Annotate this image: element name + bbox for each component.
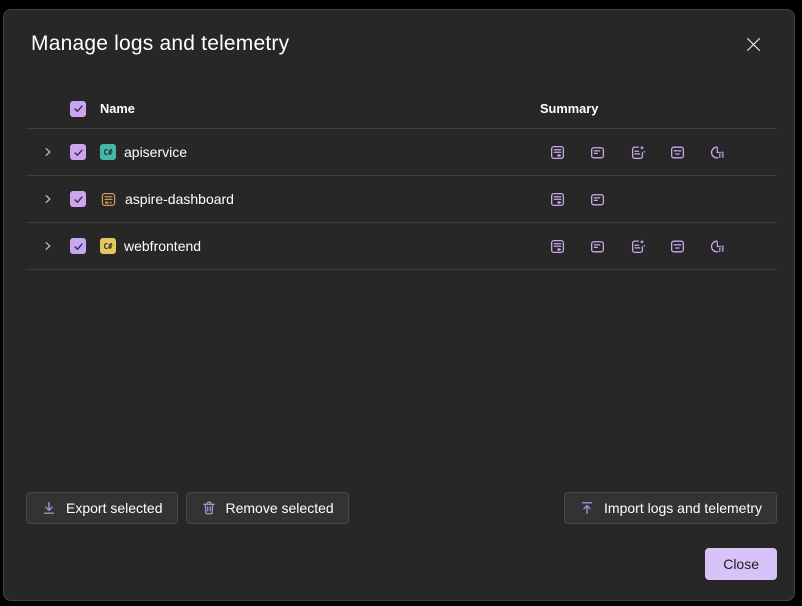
expand-chevron-icon[interactable] — [42, 193, 54, 205]
name-column-header: Name — [100, 101, 135, 116]
summary-icon-slot — [617, 238, 657, 255]
trash-icon — [201, 500, 217, 516]
table-row: C# apiservice — [26, 129, 777, 176]
row-checkbox[interactable] — [70, 191, 86, 207]
close-button-label: Close — [723, 556, 759, 572]
summary-icon-slot — [537, 191, 577, 208]
row-checkbox[interactable] — [70, 144, 86, 160]
form-icon — [549, 144, 566, 161]
form-icon — [549, 238, 566, 255]
check-icon — [73, 147, 84, 158]
document-sparkle-icon — [629, 144, 646, 161]
telemetry-table: Name Summary C# apiservice — [26, 89, 777, 270]
summary-icon-slot — [577, 191, 617, 208]
import-logs-button[interactable]: Import logs and telemetry — [564, 492, 777, 524]
summary-icon-slot — [617, 144, 657, 161]
table-row: aspire-dashboard — [26, 176, 777, 223]
slide-text-icon — [589, 144, 606, 161]
summary-icon-slot — [697, 144, 737, 161]
resource-name: aspire-dashboard — [125, 191, 234, 207]
close-button[interactable]: Close — [705, 548, 777, 580]
manage-logs-dialog: Manage logs and telemetry Name Summary C… — [3, 9, 795, 601]
upload-icon — [579, 500, 595, 516]
check-icon — [73, 103, 84, 114]
gantt-chart-icon — [669, 144, 686, 161]
resource-name: apiservice — [124, 144, 187, 160]
csharp-badge-icon: C# — [100, 238, 116, 254]
close-icon — [746, 37, 761, 52]
summary-icon-slot — [697, 191, 737, 208]
summary-icon-slot — [577, 144, 617, 161]
check-icon — [73, 241, 84, 252]
footer-left-actions: Export selected Remove selected — [26, 492, 349, 524]
csharp-badge-icon: C# — [100, 144, 116, 160]
chart-multiple-icon — [709, 144, 726, 161]
chart-multiple-icon — [709, 238, 726, 255]
summary-icon-slot — [657, 238, 697, 255]
summary-icon-slot — [657, 144, 697, 161]
table-row: C# webfrontend — [26, 223, 777, 270]
select-all-checkbox[interactable] — [70, 101, 86, 117]
app-window-icon — [100, 191, 117, 208]
summary-icon-slot — [577, 238, 617, 255]
resource-name: webfrontend — [124, 238, 201, 254]
remove-selected-label: Remove selected — [226, 500, 334, 516]
summary-icon-slot — [537, 144, 577, 161]
dialog-title: Manage logs and telemetry — [31, 32, 289, 56]
slide-text-icon — [589, 191, 606, 208]
import-logs-label: Import logs and telemetry — [604, 500, 762, 516]
export-selected-button[interactable]: Export selected — [26, 492, 178, 524]
form-icon — [549, 191, 566, 208]
expand-chevron-icon[interactable] — [42, 240, 54, 252]
row-checkbox[interactable] — [70, 238, 86, 254]
export-selected-label: Export selected — [66, 500, 163, 516]
slide-text-icon — [589, 238, 606, 255]
summary-icon-slot — [537, 238, 577, 255]
download-icon — [41, 500, 57, 516]
table-header-row: Name Summary — [26, 89, 777, 129]
summary-icon-slot — [617, 191, 657, 208]
summary-column-header: Summary — [537, 101, 598, 116]
document-sparkle-icon — [629, 238, 646, 255]
expand-chevron-icon[interactable] — [42, 146, 54, 158]
check-icon — [73, 194, 84, 205]
summary-icon-slot — [657, 191, 697, 208]
remove-selected-button[interactable]: Remove selected — [186, 492, 349, 524]
gantt-chart-icon — [669, 238, 686, 255]
dialog-close-button[interactable] — [743, 34, 763, 54]
summary-icon-slot — [697, 238, 737, 255]
